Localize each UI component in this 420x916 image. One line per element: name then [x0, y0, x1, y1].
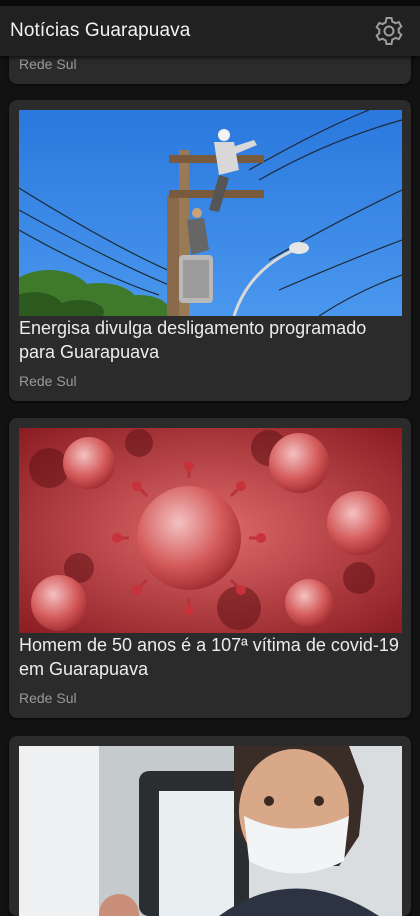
news-source: Rede Sul — [19, 690, 77, 706]
news-card[interactable]: Homem de 50 anos é a 107ª vítima de covi… — [9, 418, 411, 718]
news-image — [19, 110, 402, 316]
news-title: Homem de 50 anos é a 107ª vítima de covi… — [19, 635, 399, 679]
news-card[interactable] — [9, 736, 411, 916]
app-title: Notícias Guarapuava — [10, 20, 191, 41]
app-bar: Notícias Guarapuava — [0, 6, 420, 56]
settings-button[interactable] — [372, 14, 406, 48]
news-image — [19, 428, 402, 633]
news-image — [19, 746, 402, 916]
news-card[interactable]: Energisa divulga desligamento programado… — [9, 100, 411, 401]
news-source: Rede Sul — [19, 373, 77, 389]
gear-icon — [375, 17, 403, 45]
news-title: Energisa divulga desligamento programado… — [19, 318, 367, 362]
news-source: Rede Sul — [19, 56, 77, 72]
